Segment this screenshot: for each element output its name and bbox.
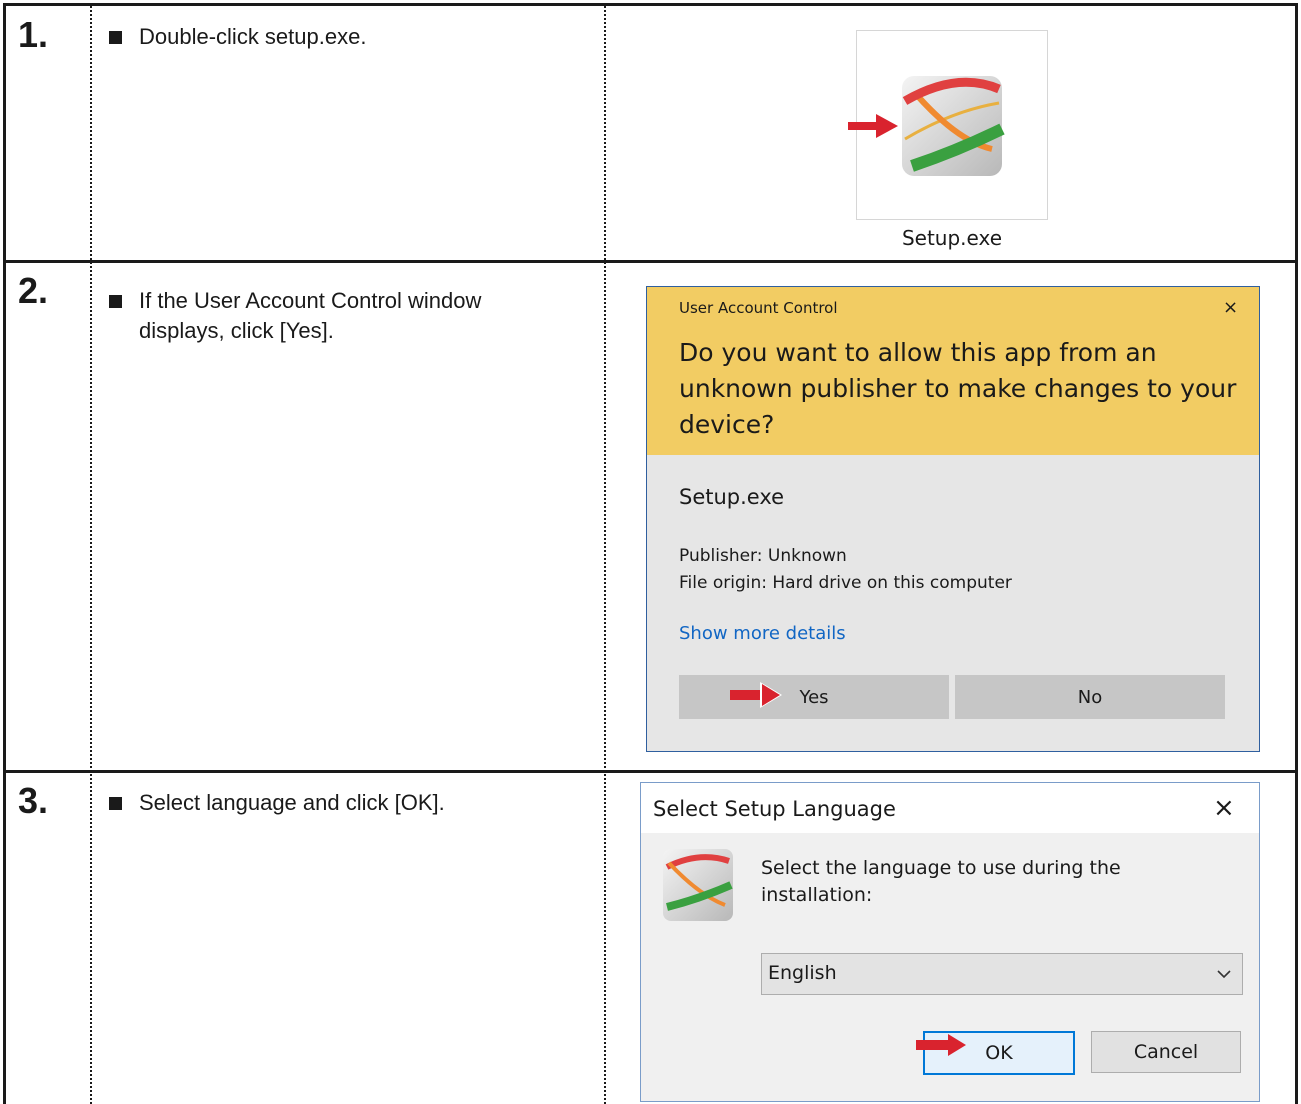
step-number: 3.: [18, 780, 49, 821]
step-instruction-text: Double-click setup.exe.: [139, 24, 367, 49]
no-button[interactable]: No: [955, 675, 1225, 719]
uac-title: User Account Control: [679, 299, 838, 317]
close-icon[interactable]: ×: [1213, 793, 1235, 823]
uac-publisher: Publisher: Unknown: [679, 546, 847, 566]
uac-details: Publisher: Unknown File origin: Hard dri…: [679, 543, 1012, 597]
uac-header: User Account Control × Do you want to al…: [647, 287, 1259, 455]
bullet-square-icon: [109, 31, 122, 44]
dialog-title: Select Setup Language: [653, 797, 896, 821]
dialog-titlebar: Select Setup Language ×: [641, 783, 1259, 833]
step-number: 1.: [18, 14, 49, 55]
cancel-button-label: Cancel: [1133, 1041, 1199, 1063]
show-more-details-link[interactable]: Show more details: [679, 623, 846, 644]
yes-button-label: Yes: [799, 686, 829, 708]
uac-app-name: Setup.exe: [679, 485, 785, 509]
close-icon[interactable]: ×: [1223, 297, 1238, 318]
step-instruction-text: Select language and click [OK].: [139, 790, 445, 815]
row-divider: [3, 260, 1298, 263]
step-instruction: Double-click setup.exe.: [109, 22, 569, 52]
row-divider: [3, 770, 1298, 773]
bullet-square-icon: [109, 295, 122, 308]
dialog-prompt: Select the language to use during the in…: [761, 857, 1121, 906]
step-instruction: Select language and click [OK].: [109, 788, 569, 818]
uac-file-origin: File origin: Hard drive on this computer: [679, 573, 1012, 593]
yes-button[interactable]: Yes: [679, 675, 949, 719]
cancel-button[interactable]: Cancel: [1091, 1031, 1241, 1073]
column-divider: [604, 6, 606, 1104]
ok-button-label: OK: [985, 1042, 1013, 1064]
chevron-down-icon: [1217, 970, 1231, 979]
red-arrow-icon: [916, 1034, 966, 1056]
language-select[interactable]: English: [761, 953, 1243, 995]
setup-file-label: Setup.exe: [901, 226, 1003, 250]
step-instruction: If the User Account Control window displ…: [109, 286, 569, 346]
table-border-left: [3, 3, 6, 1104]
step-number: 2.: [18, 270, 49, 311]
step-instruction-text: If the User Account Control window displ…: [139, 288, 482, 343]
uac-question: Do you want to allow this app from an un…: [679, 338, 1237, 439]
language-select-value: English: [768, 962, 837, 984]
table-border-top: [3, 3, 1298, 6]
red-arrow-icon: [730, 682, 782, 708]
setup-app-icon: [663, 849, 733, 921]
table-border-right: [1295, 3, 1298, 1104]
red-arrow-icon: [848, 114, 898, 138]
no-button-label: No: [1077, 686, 1103, 708]
column-divider: [90, 6, 92, 1104]
bullet-square-icon: [109, 797, 122, 810]
